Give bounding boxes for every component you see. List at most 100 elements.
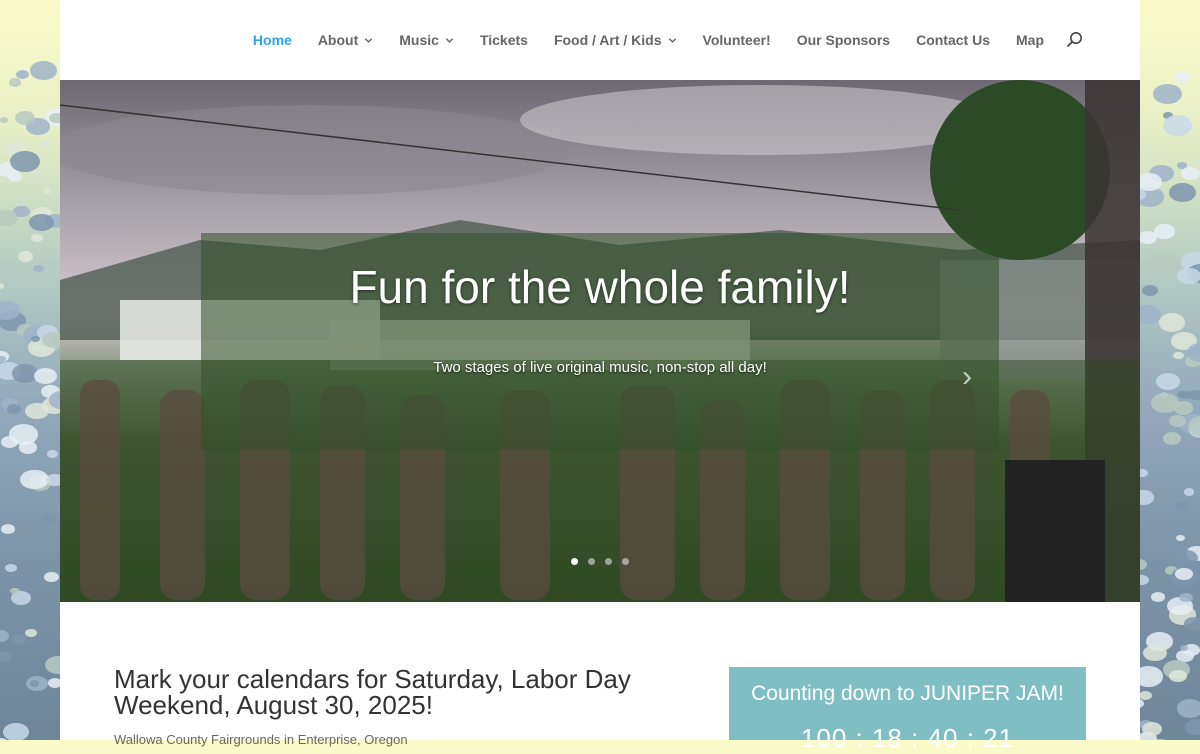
foliage-leaf [1140, 558, 1147, 571]
countdown-title: Counting down to JUNIPER JAM! [751, 682, 1064, 705]
foliage-leaf [1172, 70, 1190, 83]
foliage-leaf [1179, 645, 1189, 651]
foliage-leaf [1162, 432, 1182, 446]
nav-item-food-art-kids[interactable]: Food / Art / Kids [554, 32, 677, 48]
foliage-leaf [1150, 591, 1166, 602]
hero-subtitle: Two stages of live original music, non-s… [433, 359, 767, 376]
nav-item-about[interactable]: About [318, 32, 373, 48]
foliage-leaf [10, 151, 40, 172]
foliage-leaf [1140, 468, 1148, 478]
nav-item-tickets[interactable]: Tickets [480, 32, 528, 48]
chevron-down-icon [445, 37, 454, 43]
foliage-leaf [1173, 401, 1193, 415]
nav-item-label: Contact Us [916, 32, 990, 48]
foliage-leaf [1169, 669, 1188, 683]
nav-item-label: Our Sponsors [796, 32, 891, 48]
foliage-leaf [46, 474, 60, 487]
foliage-leaf [1173, 351, 1184, 360]
hero-slider: Fun for the whole family! Two stages of … [60, 80, 1140, 602]
foliage-leaf [1183, 488, 1195, 496]
foliage-leaf [42, 331, 60, 349]
foliage-leaf [1143, 644, 1167, 662]
nav-item-our-sponsors[interactable]: Our Sponsors [797, 32, 890, 48]
nav-item-map[interactable]: Map [1016, 32, 1044, 48]
countdown-days: 100 [800, 723, 848, 753]
foliage-leaf [45, 656, 60, 675]
nav-item-home[interactable]: Home [253, 32, 292, 48]
chevron-down-icon [365, 37, 373, 43]
foliage-leaf [15, 111, 35, 125]
foliage-leaf [36, 140, 49, 150]
nav-item-volunteer[interactable]: Volunteer! [703, 32, 771, 48]
nav-item-label: Music [399, 32, 439, 48]
foliage-leaf [1181, 166, 1200, 181]
foliage-leaf [29, 679, 40, 687]
foliage-leaf [1158, 313, 1185, 332]
foliage-leaf [1176, 699, 1200, 718]
foliage-leaf [4, 563, 17, 572]
foliage-leaf [16, 69, 30, 79]
countdown-box: Counting down to JUNIPER JAM! 100 : 18 :… [729, 667, 1086, 753]
slider-pagination [60, 558, 1140, 565]
main-nav: Home About Music Tickets Food / Art / Kids Vo… [227, 31, 1084, 49]
nav-item-music[interactable]: Music [399, 32, 454, 48]
foliage-leaf [1153, 83, 1183, 105]
search-icon[interactable] [1066, 31, 1084, 49]
foliage-leaf [1154, 224, 1175, 239]
nav-item-label: About [317, 32, 359, 48]
foliage-leaf [0, 630, 9, 642]
foliage-leaf [24, 629, 37, 638]
foliage-leaf [1177, 268, 1200, 285]
foliage-leaf [47, 450, 58, 458]
countdown-minutes: 40 [927, 723, 959, 753]
slider-dot[interactable] [588, 558, 595, 565]
foliage-leaf [1185, 719, 1200, 735]
chevron-down-icon [668, 37, 676, 43]
foliage-leaf [1155, 373, 1180, 391]
foliage-leaf [0, 282, 5, 290]
page-container: Home About Music Tickets Food / Art / Kids Vo… [60, 0, 1140, 753]
next-slide-arrow-icon[interactable]: › [962, 360, 972, 394]
nav-item-label: Tickets [479, 32, 528, 48]
foliage-leaf [1140, 305, 1161, 324]
foliage-leaf [30, 61, 57, 80]
foliage-leaf [7, 404, 22, 415]
nav-item-label: Home [252, 32, 292, 48]
foliage-leaf [2, 722, 30, 740]
hero-title: Fun for the whole family! [349, 261, 851, 313]
foliage-leaf [48, 112, 60, 124]
site-header: Home About Music Tickets Food / Art / Kids Vo… [60, 0, 1140, 80]
foliage-leaf [1141, 284, 1158, 296]
right-foliage-decoration [1140, 0, 1200, 740]
foliage-leaf [0, 524, 16, 535]
foliage-leaf [1169, 183, 1197, 203]
foliage-leaf [31, 233, 44, 243]
countdown-seconds: 21 [983, 723, 1015, 753]
foliage-leaf [0, 209, 19, 227]
foliage-leaf [1141, 721, 1163, 736]
foliage-leaf [29, 213, 54, 231]
foliage-leaf [1175, 550, 1199, 567]
nav-item-label: Food / Art / Kids [553, 32, 662, 48]
foliage-leaf [1140, 490, 1155, 505]
foliage-leaf [18, 440, 38, 454]
countdown-numbers: 100 : 18 : 40 : 21 [800, 723, 1015, 753]
foliage-leaf [0, 117, 9, 124]
nav-item-label: Volunteer! [702, 32, 771, 48]
slider-dot[interactable] [605, 558, 612, 565]
foliage-leaf [12, 634, 27, 645]
foliage-leaf [17, 250, 34, 262]
foliage-leaf [0, 651, 11, 662]
foliage-leaf [0, 355, 6, 362]
left-foliage-decoration [0, 0, 60, 740]
foliage-leaf [1140, 690, 1152, 700]
foliage-leaf [1174, 500, 1189, 511]
slider-dot[interactable] [622, 558, 629, 565]
slider-dot[interactable] [571, 558, 578, 565]
foliage-leaf [1152, 254, 1179, 274]
foliage-leaf [42, 188, 52, 195]
foliage-leaf [1176, 535, 1185, 542]
nav-item-contact-us[interactable]: Contact Us [916, 32, 990, 48]
event-date-headline: Mark your calendars for Saturday, Labor … [114, 664, 631, 720]
foliage-leaf [43, 571, 60, 583]
